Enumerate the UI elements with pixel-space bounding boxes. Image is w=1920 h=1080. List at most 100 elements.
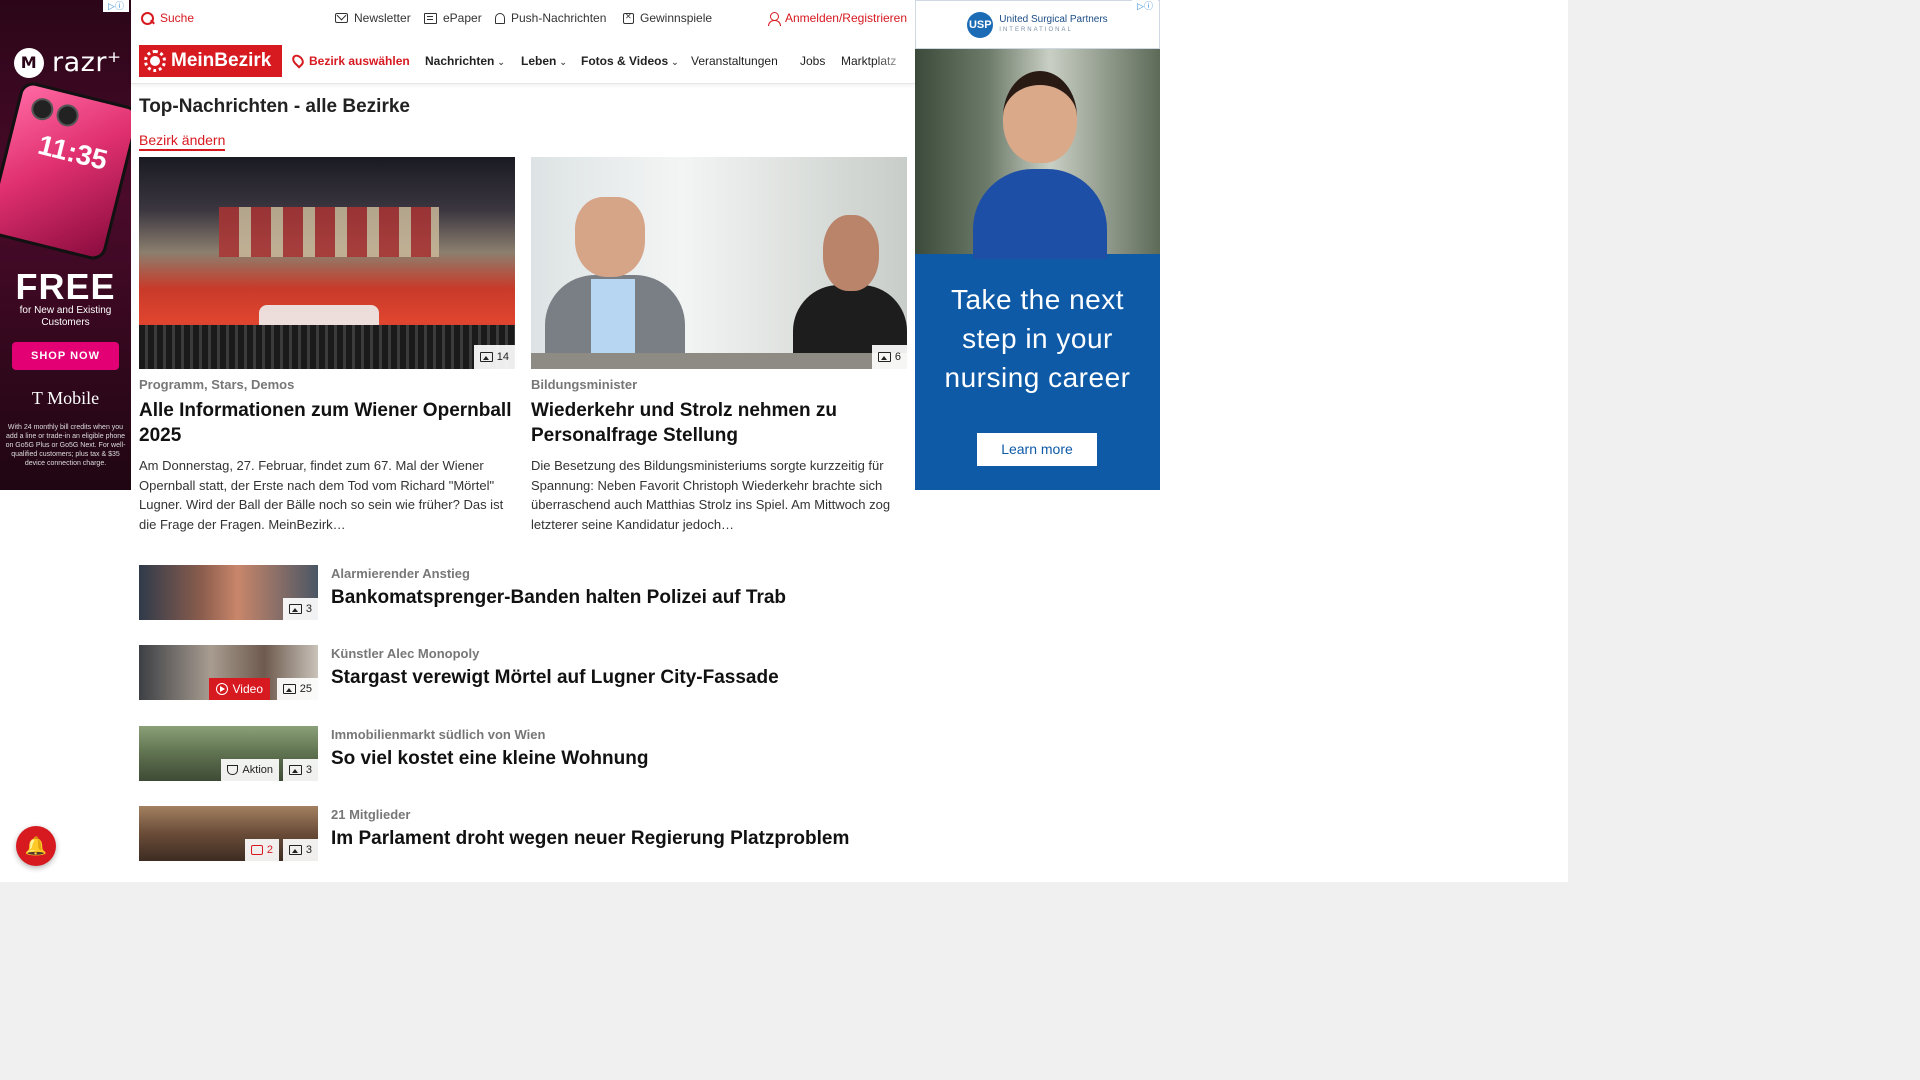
play-icon	[215, 683, 228, 695]
article-image[interactable]: 6	[531, 157, 907, 369]
photo-count-badge: 3	[282, 839, 318, 861]
games-label: Gewinnspiele	[640, 11, 713, 25]
nav-item-veranstaltungen[interactable]: Veranstaltungen	[691, 54, 778, 68]
action-label: Aktion	[242, 764, 273, 776]
phone-image: 11:35	[0, 79, 131, 263]
epaper-label: ePaper	[443, 11, 482, 25]
ticket-icon	[623, 12, 634, 24]
ad-headline: Take the next step in your nursing caree…	[944, 284, 1131, 393]
article-teaser: Am Donnerstag, 27. Februar, findet zum 6…	[139, 458, 504, 532]
article-title[interactable]: Stargast verewigt Mörtel auf Lugner City…	[331, 667, 779, 689]
photo-count-badge: 14	[473, 345, 515, 369]
photo-count: 3	[305, 764, 312, 776]
article-title[interactable]: Im Parlament droht wegen neuer Regierung…	[331, 828, 849, 850]
photo-count-badge: 3	[282, 759, 318, 781]
logo-sun-icon	[144, 50, 166, 72]
image-gallery-icon	[288, 765, 302, 775]
list-item[interactable]: Aktion 3 Immobilienmarkt südlich von Wie…	[139, 726, 907, 781]
ad-subheadline: for New and Existing Customers	[19, 305, 112, 328]
camera-icon	[54, 102, 81, 129]
change-district-link[interactable]: Bezirk ändern	[139, 132, 226, 151]
ad-headline: FREE	[15, 266, 116, 307]
list-item[interactable]: Video 25 Künstler Alec Monopoly Stargast…	[139, 645, 907, 700]
article-title[interactable]: Wiederkehr und Strolz nehmen zu Personal…	[531, 398, 907, 448]
learn-more-button[interactable]: Learn more	[977, 433, 1097, 466]
nav-item-nachrichten[interactable]: Nachrichten ⌄	[425, 54, 505, 68]
user-icon	[767, 11, 781, 26]
article-thumbnail[interactable]: 2 3	[139, 806, 318, 861]
photo-count-badge: 6	[871, 345, 907, 369]
nav-item-label: Fotos & Videos	[581, 54, 669, 68]
nav-item-label: Jobs	[800, 54, 826, 68]
left-ad-banner[interactable]: ▷ⓘ M razr⁺ 11:35 FREE for New and Existi…	[0, 0, 131, 490]
photo-count-badge: 3	[282, 598, 318, 620]
search-label: Suche	[160, 11, 195, 25]
article-kicker: Bildungsminister	[531, 377, 638, 392]
games-link[interactable]: Gewinnspiele	[623, 11, 712, 25]
phone-time: 11:35	[35, 128, 111, 176]
newsletter-link[interactable]: Newsletter	[335, 11, 411, 25]
nav-fade	[875, 38, 915, 83]
login-label: Anmelden/Registrieren	[784, 11, 907, 25]
site-logo[interactable]: MeinBezirk	[139, 45, 282, 77]
usp-logo-icon: USP	[967, 11, 994, 38]
newspaper-icon	[424, 12, 437, 24]
action-badge: Aktion	[221, 759, 279, 781]
list-item[interactable]: 2 3 21 Mitglieder Im Parlament droht weg…	[139, 806, 907, 861]
image-gallery-icon	[288, 845, 302, 855]
hero-article[interactable]: 14 Programm, Stars, Demos Alle Informati…	[139, 157, 515, 534]
chevron-down-icon: ⌄	[497, 57, 505, 67]
article-teaser: Die Besetzung des Bildungsministeriums s…	[531, 458, 891, 532]
ad-brand: M razr⁺	[14, 47, 122, 78]
chevron-down-icon: ⌄	[671, 57, 679, 67]
nav-item-label: Veranstaltungen	[691, 54, 778, 68]
comment-count: 2	[266, 844, 273, 856]
nav-item-fotos-videos[interactable]: Fotos & Videos ⌄	[581, 54, 679, 68]
ad-logo-name: United Surgical Partners	[999, 13, 1108, 25]
utility-bar: Suche Newsletter ePaper Push-Nachrichten…	[131, 0, 915, 38]
article-title[interactable]: Alle Informationen zum Wiener Opernball …	[139, 398, 515, 448]
adchoices-icon[interactable]: ▷ⓘ	[1132, 0, 1158, 12]
hero-article[interactable]: 6 Bildungsminister Wiederkehr und Strolz…	[531, 157, 907, 534]
advertiser-logo: T Mobile	[31, 388, 100, 408]
nurse-body	[973, 169, 1107, 259]
search-link[interactable]: Suche	[141, 11, 194, 25]
article-image[interactable]: 14	[139, 157, 515, 369]
article-thumbnail[interactable]: Aktion 3	[139, 726, 318, 781]
push-notifications-link[interactable]: Push-Nachrichten	[495, 11, 606, 25]
video-badge: Video	[208, 678, 270, 700]
list-item[interactable]: 3 Alarmierender Anstieg Bankomatsprenger…	[139, 565, 907, 620]
nurse-photo	[915, 49, 1160, 259]
image-gallery-icon	[877, 352, 891, 362]
right-ad-banner[interactable]: ▷ⓘ USP United Surgical Partners INTERNAT…	[915, 0, 1160, 490]
main-nav: MeinBezirk Bezirk auswählen Nachrichten ⌄…	[131, 38, 915, 84]
article-kicker: Alarmierender Anstieg	[331, 566, 470, 581]
image-gallery-icon	[479, 352, 493, 362]
article-title[interactable]: So viel kostet eine kleine Wohnung	[331, 748, 648, 770]
newsletter-label: Newsletter	[354, 11, 411, 25]
article-title[interactable]: Bankomatsprenger-Banden halten Polizei a…	[331, 587, 786, 609]
opera-facade	[219, 207, 439, 257]
logo-text: MeinBezirk	[171, 50, 272, 71]
photo-count: 14	[496, 351, 509, 363]
nav-item-leben[interactable]: Leben ⌄	[521, 54, 567, 68]
epaper-link[interactable]: ePaper	[424, 11, 482, 25]
article-kicker: Künstler Alec Monopoly	[331, 646, 480, 661]
photo-count-badge: 25	[276, 678, 318, 700]
select-district-button[interactable]: Bezirk auswählen	[289, 51, 410, 69]
photo-count: 3	[305, 844, 312, 856]
nav-item-jobs[interactable]: Jobs	[800, 54, 825, 68]
notification-bell-button[interactable]: 🔔	[16, 826, 56, 866]
nav-item-label: Nachrichten	[425, 54, 495, 68]
article-thumbnail[interactable]: 3	[139, 565, 318, 620]
bell-icon: 🔔	[24, 835, 48, 856]
nurse-head	[1003, 71, 1077, 163]
login-link[interactable]: Anmelden/Registrieren	[767, 11, 907, 26]
ad-logo-text: United Surgical Partners INTERNATIONAL	[999, 14, 1107, 36]
trophy-icon	[227, 765, 239, 775]
article-thumbnail[interactable]: Video 25	[139, 645, 318, 700]
shop-now-button[interactable]: SHOP NOW	[12, 342, 119, 370]
nav-item-label: Leben	[521, 54, 557, 68]
adchoices-icon[interactable]: ▷ⓘ	[103, 0, 129, 12]
search-icon	[141, 11, 154, 25]
